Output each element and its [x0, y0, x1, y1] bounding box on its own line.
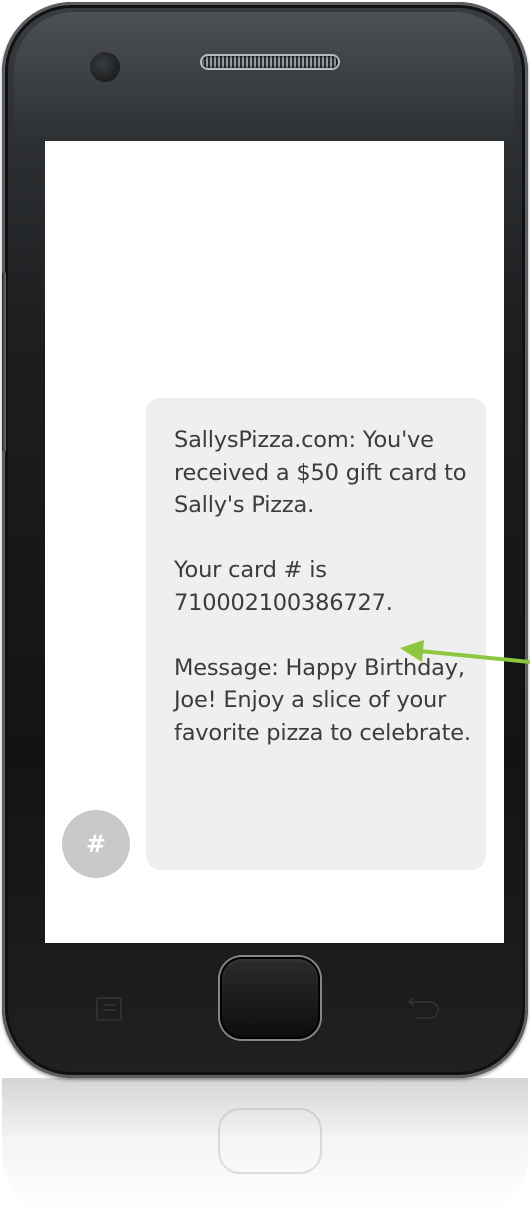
- earpiece-speaker: [202, 56, 338, 68]
- front-camera-icon: [90, 52, 120, 82]
- message-text: SallysPizza.com: You've received a $50 g…: [174, 427, 471, 746]
- stage: SallysPizza.com: You've received a $50 g…: [0, 0, 530, 1216]
- home-button[interactable]: [220, 957, 320, 1039]
- phone-screen: SallysPizza.com: You've received a $50 g…: [45, 141, 504, 943]
- phone-body: SallysPizza.com: You've received a $50 g…: [2, 2, 528, 1078]
- reflection-home-button: [218, 1108, 322, 1174]
- phone-gloss: [14, 12, 514, 142]
- menu-key-icon[interactable]: [96, 997, 122, 1021]
- side-volume-key: [2, 272, 6, 452]
- back-key-icon[interactable]: [406, 994, 442, 1022]
- sender-avatar[interactable]: #: [62, 810, 130, 878]
- message-bubble[interactable]: SallysPizza.com: You've received a $50 g…: [146, 398, 486, 870]
